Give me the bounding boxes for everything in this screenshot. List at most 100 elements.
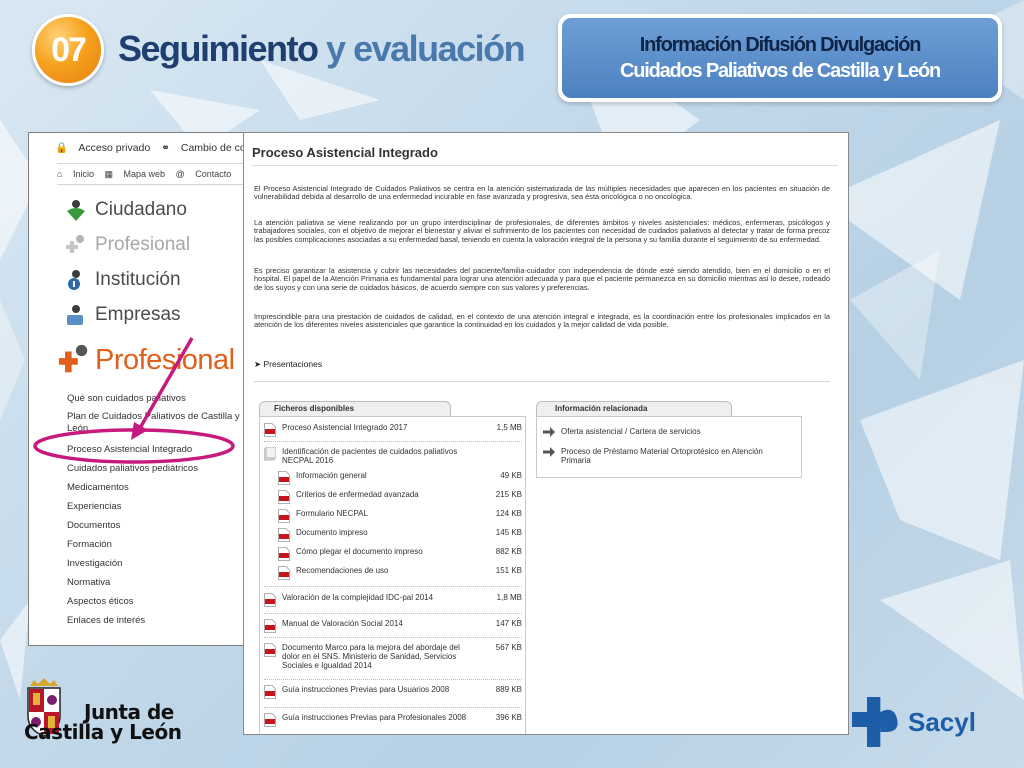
page-title-light: y evaluación	[326, 28, 526, 69]
menu-item[interactable]: Formación	[67, 535, 251, 554]
file-row[interactable]: Documento impreso 145 KB	[278, 528, 522, 542]
nav-home[interactable]: Inicio	[73, 169, 94, 179]
section-number: 07	[51, 30, 87, 69]
file-size: 124 KB	[495, 509, 522, 518]
profile-profesional[interactable]: Profesional	[65, 234, 190, 256]
file-size: 151 KB	[495, 566, 522, 575]
file-row[interactable]: Formulario NECPAL 124 KB	[278, 509, 522, 523]
private-access-link[interactable]: Acceso privado	[78, 142, 150, 154]
related-tab-label: Información relacionada	[555, 404, 648, 413]
pdf-icon	[264, 685, 276, 699]
profile-label: Profesional	[95, 234, 191, 255]
presentations-link[interactable]: ➤ Presentaciones	[254, 359, 322, 370]
content-title: Proceso Asistencial Integrado	[252, 145, 438, 160]
menu-item[interactable]: Qué son cuidados paliativos	[67, 389, 251, 408]
file-size: 215 KB	[495, 490, 522, 499]
file-name: Formulario NECPAL	[296, 509, 368, 518]
menu-item[interactable]: Medicamentos	[67, 478, 251, 497]
menu-item[interactable]: Aspectos éticos	[67, 592, 251, 611]
menu-item[interactable]: Cuidados paliativos pediátricos	[67, 459, 251, 478]
file-size	[476, 447, 522, 465]
pdf-icon	[264, 619, 276, 633]
active-profile-heading: Profesional	[57, 343, 235, 377]
file-size: 147 KB	[495, 619, 522, 628]
right-content-panel: Proceso Asistencial Integrado El Proceso…	[243, 132, 849, 735]
profile-empresas[interactable]: Empresas	[65, 304, 181, 326]
professional-icon	[66, 235, 84, 253]
profile-institucion[interactable]: Institución	[65, 269, 181, 291]
pdf-icon	[278, 528, 290, 542]
junta-line-2: Castilla y León	[24, 720, 182, 744]
profile-label: Institución	[95, 269, 181, 290]
file-row[interactable]: Guía instrucciones Previas para Usuarios…	[264, 685, 522, 699]
menu-item[interactable]: Documentos	[67, 516, 251, 535]
file-row[interactable]: Guía instrucciones Previas para Profesio…	[264, 713, 522, 727]
pdf-icon	[264, 423, 276, 437]
business-icon	[67, 305, 83, 325]
file-name: Identificación de pacientes de cuidados …	[282, 447, 458, 465]
pdf-icon	[264, 713, 276, 727]
file-separator	[264, 707, 522, 708]
pdf-icon	[264, 593, 276, 607]
file-row[interactable]: Cómo plegar el documento impreso 882 KB	[278, 547, 522, 561]
files-tab[interactable]: Ficheros disponibles	[259, 401, 451, 416]
file-name: Valoración de la complejidad IDC-pal 201…	[282, 593, 434, 602]
citizen-icon	[67, 200, 85, 221]
presentations-divider	[254, 381, 830, 382]
file-row[interactable]: Valoración de la complejidad IDC-pal 201…	[264, 593, 522, 607]
nav-links: ⌂ Inicio ▦ Mapa web @ Contacto	[57, 163, 253, 185]
pdf-icon	[278, 490, 290, 504]
file-row[interactable]: Recomendaciones de uso 151 KB	[278, 566, 522, 580]
nav-contact[interactable]: Contacto	[195, 169, 231, 179]
file-row[interactable]: Documento Marco para la mejora del abord…	[264, 643, 522, 670]
menu-item[interactable]: Investigación	[67, 554, 251, 573]
active-profile-label: Profesional	[95, 343, 235, 376]
menu-item[interactable]: Plan de Cuidados Paliativos de Castilla …	[67, 408, 251, 440]
info-line-1: Información Difusión Divulgación	[639, 34, 922, 56]
menu-item-active[interactable]: Proceso Asistencial Integrado	[67, 440, 251, 459]
top-links: 🔒 Acceso privado ⚭ Cambio de cor	[55, 141, 257, 154]
related-info-link[interactable]: Oferta asistencial / Cartera de servicio…	[543, 427, 793, 437]
file-row[interactable]: Información general 49 KB	[278, 471, 522, 485]
file-separator	[264, 637, 522, 638]
related-info-list: Oferta asistencial / Cartera de servicio…	[536, 416, 802, 478]
sitemap-icon: ▦	[104, 169, 113, 179]
section-number-badge: 07	[32, 14, 104, 86]
file-size: 396 KB	[495, 713, 522, 722]
file-size: 1,8 MB	[496, 593, 522, 602]
institution-icon	[68, 270, 80, 290]
file-row[interactable]: Proceso Asistencial Integrado 2017 1,5 MB	[264, 423, 522, 437]
files-tab-label: Ficheros disponibles	[274, 404, 355, 413]
file-name: Documento impreso	[296, 528, 368, 537]
pdf-icon	[278, 547, 290, 561]
key-icon: ⚭	[161, 142, 170, 154]
pdf-icon	[278, 471, 290, 485]
pdf-icon	[278, 509, 290, 523]
file-separator	[264, 441, 522, 442]
related-info-link[interactable]: Proceso de Préstamo Material Ortoprotési…	[543, 447, 793, 465]
file-size: 882 KB	[495, 547, 522, 556]
file-name: Información general	[296, 471, 367, 480]
folder-icon	[264, 447, 276, 461]
pdf-icon	[264, 643, 276, 657]
junta-line-1: Junta de	[84, 700, 174, 724]
sacyl-cross-icon	[852, 697, 898, 747]
file-separator	[264, 613, 522, 614]
sacyl-logo: Sacyl	[852, 692, 976, 752]
file-row[interactable]: Criterios de enfermedad avanzada 215 KB	[278, 490, 522, 504]
file-name: Criterios de enfermedad avanzada	[296, 490, 419, 499]
home-icon: ⌂	[57, 169, 63, 179]
related-info-tab[interactable]: Información relacionada	[536, 401, 732, 416]
profile-label: Ciudadano	[95, 199, 187, 220]
profile-label: Empresas	[95, 304, 181, 325]
nav-sitemap[interactable]: Mapa web	[124, 169, 166, 179]
paragraph: Imprescindible para una prestación de cu…	[254, 312, 830, 330]
profile-ciudadano[interactable]: Ciudadano	[65, 199, 187, 221]
change-link[interactable]: Cambio de cor	[181, 142, 249, 154]
file-row[interactable]: Manual de Valoración Social 2014 147 KB	[264, 619, 522, 633]
file-separator	[264, 586, 522, 587]
menu-item[interactable]: Experiencias	[67, 497, 251, 516]
menu-item[interactable]: Normativa	[67, 573, 251, 592]
menu-item[interactable]: Enlaces de interés	[67, 611, 251, 630]
file-row[interactable]: Identificación de pacientes de cuidados …	[264, 447, 522, 465]
